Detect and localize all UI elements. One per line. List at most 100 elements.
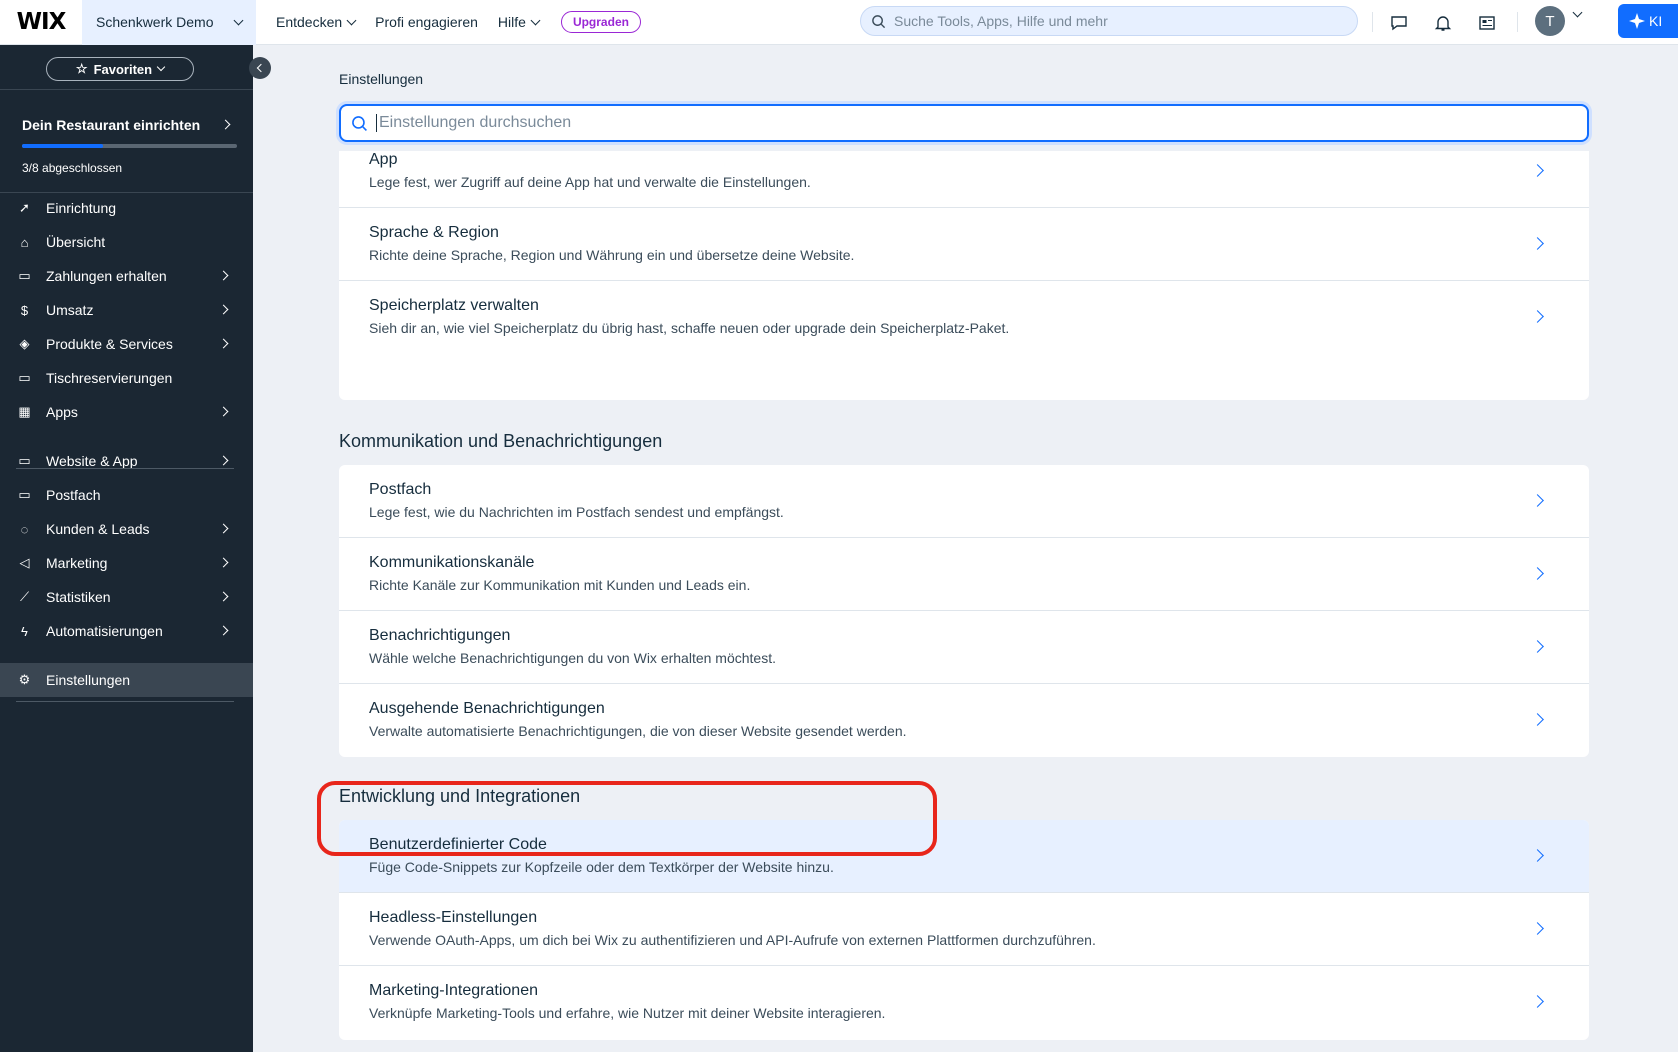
- chevron-right-icon: [218, 625, 229, 636]
- chevron-down-icon: [530, 15, 541, 25]
- sidebar-item-marketing[interactable]: ◁ Marketing: [0, 546, 253, 580]
- site-selector[interactable]: Schenkwerk Demo: [82, 0, 256, 45]
- sidebar-item-umsatz[interactable]: $ Umsatz: [0, 293, 253, 327]
- sidebar-item-label: Postfach: [46, 487, 101, 503]
- sidebar-item-label: Einrichtung: [46, 200, 117, 216]
- sidebar-item-label: Apps: [46, 404, 78, 420]
- nav-entdecken[interactable]: Entdecken: [276, 14, 357, 30]
- settings-card-communication: Postfach Lege fest, wie du Nachrichten im…: [339, 465, 1589, 757]
- sidebar-item-statistiken[interactable]: ⟋ Statistiken: [0, 580, 253, 614]
- sidebar-item-label: Tischreservierungen: [46, 370, 173, 386]
- settings-row-postfach[interactable]: Postfach Lege fest, wie du Nachrichten im…: [339, 465, 1589, 538]
- wix-logo[interactable]: WIX: [0, 0, 82, 45]
- sidebar-item-label: Marketing: [46, 555, 108, 571]
- row-description: Richte Kanäle zur Kommunikation mit Kund…: [369, 577, 751, 593]
- ai-button[interactable]: KI: [1618, 4, 1678, 38]
- row-title: Headless-Einstellungen: [369, 909, 538, 926]
- row-title: Marketing-Integrationen: [369, 982, 538, 999]
- chevron-right-icon: [218, 523, 229, 534]
- nav-hilfe[interactable]: Hilfe: [497, 14, 541, 30]
- search-placeholder: Einstellungen durchsuchen: [379, 114, 572, 131]
- settings-row-app[interactable]: App Lege fest, wer Zugriff auf deine App …: [339, 151, 1589, 208]
- home-icon: ⌂: [20, 234, 29, 250]
- global-search-input[interactable]: Suche Tools, Apps, Hilfe und mehr: [860, 6, 1358, 36]
- chevron-right-icon: [1531, 713, 1544, 726]
- chevron-right-icon: [1531, 995, 1544, 1008]
- chat-icon[interactable]: [1390, 14, 1408, 32]
- settings-card-general: App Lege fest, wer Zugriff auf deine App …: [339, 151, 1589, 400]
- chevron-right-icon: [218, 406, 229, 417]
- bell-icon[interactable]: [1434, 14, 1452, 32]
- divider: [16, 701, 234, 702]
- divider: [1372, 12, 1373, 32]
- site-name: Schenkwerk Demo: [96, 14, 214, 30]
- settings-row-headless-einstellungen[interactable]: Headless-Einstellungen Verwende OAuth-App…: [339, 893, 1589, 966]
- sidebar: ☆ Favoriten Dein Restaurant einrichten 3…: [0, 45, 253, 1052]
- settings-row-marketing-integrationen[interactable]: Marketing-Integrationen Verknüpfe Marketi…: [339, 966, 1589, 1039]
- sidebar-item-label: Umsatz: [46, 302, 94, 318]
- rocket-icon: ➚: [19, 200, 30, 215]
- chevron-right-icon: [1531, 849, 1544, 862]
- row-title: Speicherplatz verwalten: [369, 297, 539, 314]
- nav-label: Hilfe: [497, 14, 526, 30]
- sidebar-item-label: Automatisierungen: [46, 623, 163, 639]
- settings-row-sprache-region[interactable]: Sprache & Region Richte deine Sprache, Re…: [339, 208, 1589, 281]
- sidebar-item-produkte-services[interactable]: ◈ Produkte & Services: [0, 327, 253, 361]
- settings-search-input[interactable]: Einstellungen durchsuchen: [339, 104, 1589, 142]
- chevron-right-icon: [218, 304, 229, 315]
- chevron-right-icon: [1531, 567, 1544, 580]
- sidebar-item-zahlungen-erhalten[interactable]: ▭ Zahlungen erhalten: [0, 259, 253, 293]
- chevron-right-icon: [218, 591, 229, 602]
- sidebar-item-label: Übersicht: [46, 234, 106, 250]
- sidebar-item-website-app[interactable]: ▭ Website & App: [0, 444, 253, 478]
- row-description: Wähle welche Benachrichtigungen du von W…: [369, 650, 776, 666]
- chevron-right-icon: [218, 270, 229, 281]
- chevron-right-icon: [218, 455, 229, 466]
- lightning-icon: ϟ: [21, 623, 28, 639]
- setup-progress-bar: [22, 144, 237, 148]
- settings-row-ausgehende-benachrichtigungen[interactable]: Ausgehende Benachrichtigungen Verwalte au…: [339, 684, 1589, 757]
- settings-row-speicherplatz-verwalten[interactable]: Speicherplatz verwalten Sieh dir an, wie …: [339, 281, 1589, 354]
- chevron-right-icon: [1531, 494, 1544, 507]
- settings-row-benachrichtigungen[interactable]: Benachrichtigungen Wähle welche Benachric…: [339, 611, 1589, 684]
- favorites-button[interactable]: ☆ Favoriten: [46, 57, 194, 81]
- row-description: Lege fest, wer Zugriff auf deine App hat…: [369, 174, 811, 190]
- nav-profi-engagieren[interactable]: Profi engagieren: [375, 14, 478, 30]
- sidebar-item-label: Kunden & Leads: [46, 521, 150, 537]
- apps-icon: ▦: [18, 404, 31, 419]
- payment-icon: ▭: [18, 268, 31, 283]
- chevron-down-icon: [156, 62, 166, 72]
- chevron-right-icon: [1531, 922, 1544, 935]
- sidebar-item-automatisierungen[interactable]: ϟ Automatisierungen: [0, 614, 253, 648]
- row-description: Füge Code-Snippets zur Kopfzeile oder de…: [369, 859, 834, 875]
- search-placeholder: Suche Tools, Apps, Hilfe und mehr: [894, 13, 1108, 29]
- chevron-right-icon: [218, 557, 229, 568]
- avatar[interactable]: T: [1535, 6, 1565, 36]
- sidebar-item-postfach[interactable]: ▭ Postfach: [0, 478, 253, 512]
- text-caret: [376, 114, 377, 132]
- nav-label: Profi engagieren: [375, 14, 478, 30]
- dollar-icon: $: [20, 302, 29, 318]
- sidebar-item-apps[interactable]: ▦ Apps: [0, 395, 253, 429]
- top-bar: WIX Schenkwerk Demo Entdecken Profi enga…: [0, 0, 1678, 45]
- row-description: Verwalte automatisierte Benachrichtigung…: [369, 723, 907, 739]
- settings-row-kommunikationskanäle[interactable]: Kommunikationskanäle Richte Kanäle zur Ko…: [339, 538, 1589, 611]
- upgrade-button[interactable]: Upgraden: [560, 11, 641, 33]
- row-description: Lege fest, wie du Nachrichten im Postfac…: [369, 504, 784, 520]
- sidebar-item-übersicht[interactable]: ⌂ Übersicht: [0, 225, 253, 259]
- sidebar-item-kunden-leads[interactable]: ◌ Kunden & Leads: [0, 512, 253, 546]
- sidebar-item-einstellungen[interactable]: ⚙ Einstellungen: [0, 663, 253, 697]
- section-title: Kommunikation und Benachrichtigungen: [339, 431, 663, 451]
- news-icon[interactable]: [1478, 14, 1496, 32]
- chevron-right-icon: [218, 338, 229, 349]
- favorites-label: Favoriten: [93, 61, 153, 77]
- chevron-down-icon[interactable]: [1572, 7, 1583, 18]
- row-title: Sprache & Region: [369, 224, 499, 241]
- sidebar-item-einrichtung[interactable]: ➚ Einrichtung: [0, 191, 253, 225]
- row-description: Richte deine Sprache, Region und Währung…: [369, 247, 855, 263]
- ai-label: KI: [1649, 13, 1663, 29]
- sidebar-item-tischreservierungen[interactable]: ▭ Tischreservierungen: [0, 361, 253, 395]
- chevron-right-icon[interactable]: [220, 119, 231, 130]
- contacts-icon: ◌: [20, 521, 29, 537]
- setup-title[interactable]: Dein Restaurant einrichten: [22, 117, 200, 133]
